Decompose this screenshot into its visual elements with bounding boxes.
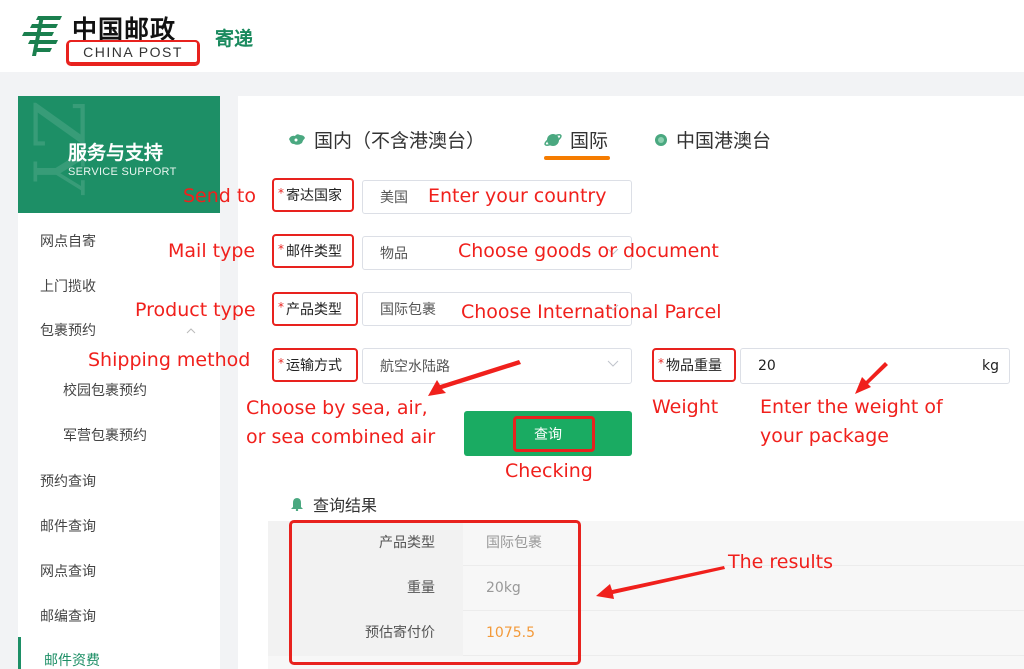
annotation-enter-country: Enter your country: [428, 185, 607, 207]
weight-label-text: 物品重量: [666, 358, 722, 374]
destination-value: 美国: [380, 190, 408, 206]
sidebar: ZY 服务与支持 SERVICE SUPPORT 网点自寄 上门揽收 包裹预约 …: [18, 96, 220, 669]
annotation-enter-weight-line1: Enter the weight of: [760, 396, 943, 418]
sidebar-item-mail-query[interactable]: 邮件查询: [40, 516, 96, 536]
required-mark: *: [658, 356, 664, 370]
sidebar-item-military-booking[interactable]: 军营包裹预约: [63, 425, 147, 445]
tab-international-label: 国际: [570, 130, 609, 152]
page-root: 中国邮政 CHINA POST 寄递 ZY 服务与支持 SERVICE SUPP…: [0, 0, 1024, 669]
active-indicator: [18, 637, 21, 669]
shipping-method-label: * 运输方式: [272, 348, 358, 382]
annotation-enter-weight-line2: your package: [760, 425, 889, 447]
annotation-choose-by-line1: Choose by sea, air,: [246, 397, 428, 419]
shipping-method-select[interactable]: 航空水陆路: [362, 348, 632, 384]
sidebar-item-pickup[interactable]: 上门揽收: [40, 276, 96, 296]
destination-label-text: 寄达国家: [286, 188, 342, 204]
shipping-method-value: 航空水陆路: [380, 359, 450, 375]
annotation-box-results: [289, 520, 581, 665]
weight-value: 20: [758, 358, 776, 374]
annotation-shipping-method: Shipping method: [88, 349, 251, 371]
active-tab-underline: [544, 156, 610, 160]
shipping-method-label-text: 运输方式: [286, 358, 342, 374]
weight-input[interactable]: 20 kg: [740, 348, 1010, 384]
annotation-send-to: Send to: [183, 185, 256, 207]
china-post-logo-icon[interactable]: [18, 12, 66, 60]
chevron-down-icon: [607, 360, 619, 367]
tab-international[interactable]: 国际: [544, 126, 608, 153]
banner-title: 服务与支持: [68, 142, 164, 164]
tab-domestic[interactable]: 国内（不含港澳台）: [288, 126, 485, 153]
product-type-label: * 产品类型: [272, 292, 358, 326]
sidebar-item-self-drop[interactable]: 网点自寄: [40, 231, 96, 251]
mail-type-value: 物品: [380, 246, 408, 262]
weight-unit: kg: [982, 358, 999, 374]
required-mark: *: [278, 186, 284, 200]
sidebar-item-campus-booking[interactable]: 校园包裹预约: [63, 380, 147, 400]
required-mark: *: [278, 356, 284, 370]
product-type-label-text: 产品类型: [286, 302, 342, 318]
sidebar-item-postage[interactable]: 邮件资费: [44, 650, 100, 669]
annotation-checking: Checking: [505, 460, 593, 482]
destination-label: * 寄达国家: [272, 178, 354, 212]
hk-badge-icon: [655, 133, 667, 146]
product-type-value: 国际包裹: [380, 302, 436, 318]
tab-domestic-label: 国内（不含港澳台）: [314, 130, 486, 152]
sidebar-item-outlet-query[interactable]: 网点查询: [40, 561, 96, 581]
weight-label: * 物品重量: [652, 348, 736, 382]
annotation-box-query: [513, 416, 595, 452]
sidebar-item-postcode-query[interactable]: 邮编查询: [40, 606, 96, 626]
tab-hk-label: 中国港澳台: [676, 130, 772, 152]
logo-subtitle: 寄递: [215, 28, 254, 50]
results-title-text: 查询结果: [313, 496, 378, 515]
tab-hk-macao-taiwan[interactable]: 中国港澳台: [654, 126, 771, 153]
annotation-the-results: The results: [728, 551, 834, 573]
annotation-choose-parcel: Choose International Parcel: [461, 301, 722, 323]
annotation-choose-goods: Choose goods or document: [458, 240, 719, 262]
required-mark: *: [278, 300, 284, 314]
annotation-product-type: Product type: [135, 299, 256, 321]
required-mark: *: [278, 242, 284, 256]
sidebar-item-booking-query[interactable]: 预约查询: [40, 471, 96, 491]
results-title: 查询结果: [290, 492, 377, 516]
annotation-box-logo: [66, 40, 200, 66]
chevron-up-icon[interactable]: [186, 326, 196, 336]
mail-type-label: * 邮件类型: [272, 234, 354, 268]
china-map-icon: [289, 133, 305, 145]
annotation-choose-by-line2: or sea combined air: [246, 426, 436, 448]
bell-icon: [291, 498, 303, 511]
annotation-mail-type: Mail type: [168, 240, 256, 262]
annotation-weight: Weight: [652, 396, 719, 418]
sidebar-item-parcel-booking[interactable]: 包裹预约: [40, 320, 96, 340]
planet-icon: [544, 133, 562, 146]
banner-subtitle: SERVICE SUPPORT: [68, 166, 177, 178]
mail-type-label-text: 邮件类型: [286, 244, 342, 260]
